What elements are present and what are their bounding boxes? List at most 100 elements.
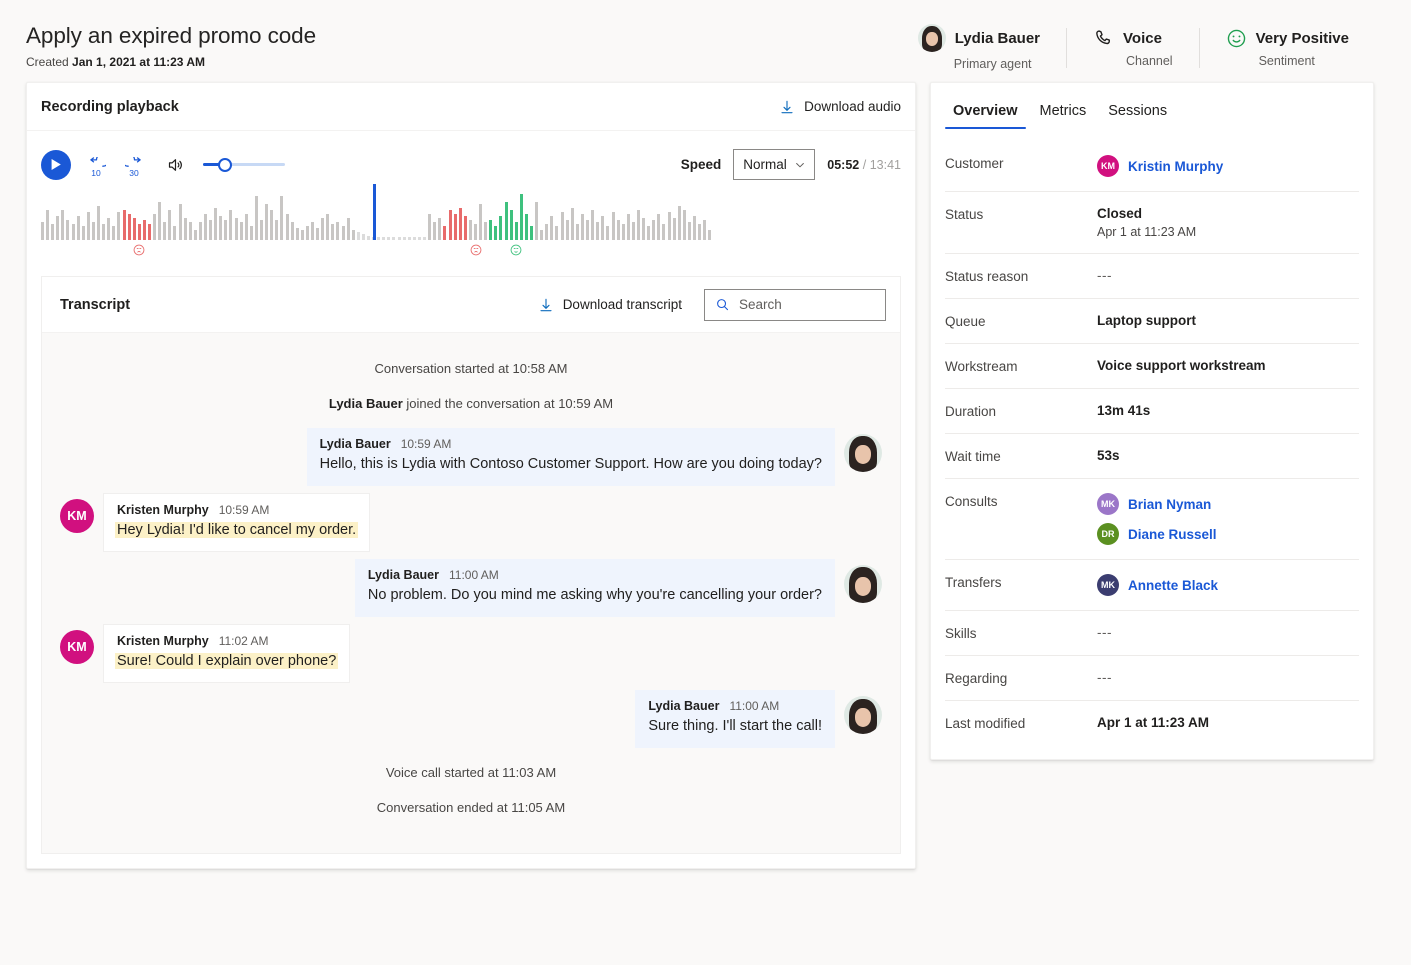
detail-value: 13m 41s [1097, 403, 1150, 418]
person-entry[interactable]: MK Brian Nyman [1097, 493, 1217, 515]
volume-slider[interactable] [203, 157, 285, 173]
forward-30-button[interactable]: 30 [121, 152, 147, 178]
forward-seconds-label: 30 [121, 168, 147, 178]
sentiment-name: Very Positive [1256, 30, 1349, 47]
search-icon [715, 297, 730, 312]
waveform-bar [260, 220, 263, 240]
waveform-bar [561, 212, 564, 240]
waveform-bar [189, 222, 192, 240]
chevron-down-icon [794, 159, 806, 171]
waveform-bar [581, 214, 584, 240]
tab-sessions[interactable]: Sessions [1100, 95, 1175, 129]
waveform-bar [72, 224, 75, 240]
recording-playback-card: Recording playback Download audio 10 [26, 82, 916, 869]
waveform-bar [56, 216, 59, 240]
waveform[interactable] [41, 192, 901, 240]
title-block: Apply an expired promo code Created Jan … [26, 20, 316, 69]
message-text: Sure thing. I'll start the call! [648, 718, 822, 734]
message-bubble[interactable]: Lydia Bauer11:00 AMNo problem. Do you mi… [355, 559, 835, 617]
transcript-search[interactable] [704, 289, 886, 321]
download-audio-button[interactable]: Download audio [779, 99, 901, 115]
transcript-message-agent: Lydia Bauer11:00 AM Sure thing. I'll star… [60, 690, 882, 748]
download-transcript-button[interactable]: Download transcript [538, 297, 682, 313]
waveform-bar [418, 237, 421, 240]
person-link[interactable]: Diane Russell [1128, 527, 1217, 542]
detail-value: Apr 1 at 11:23 AM [1097, 715, 1209, 730]
waveform-bar [403, 237, 406, 240]
customer-avatar: KM [60, 499, 94, 533]
waveform-bar [382, 237, 385, 240]
tab-metrics[interactable]: Metrics [1032, 95, 1095, 129]
search-input[interactable] [739, 297, 875, 312]
waveform-container[interactable] [27, 186, 915, 264]
waveform-bar [133, 218, 136, 240]
waveform-bar [336, 222, 339, 240]
message-bubble[interactable]: Kristen Murphy11:02 AMSure! Could I expl… [103, 624, 350, 684]
waveform-bar [392, 237, 395, 240]
sentiment-marker-negative[interactable] [131, 242, 147, 263]
play-button[interactable] [41, 150, 71, 180]
rewind-10-button[interactable]: 10 [83, 152, 109, 178]
overview-details-list: CustomerKMKristin MurphyStatusClosedApr … [931, 129, 1373, 745]
waveform-bar [499, 216, 502, 240]
waveform-bar [423, 237, 426, 240]
waveform-bar [678, 206, 681, 240]
person-link[interactable]: Annette Black [1128, 578, 1218, 593]
message-time: 11:02 AM [219, 634, 269, 648]
waveform-bar [413, 237, 416, 240]
person-avatar: MK [1097, 574, 1119, 596]
tab-overview[interactable]: Overview [945, 95, 1026, 129]
message-bubble[interactable]: Lydia Bauer10:59 AMHello, this is Lydia … [307, 428, 835, 486]
waveform-bar [214, 208, 217, 240]
download-icon [538, 297, 554, 313]
person-avatar: KM [1097, 155, 1119, 177]
message-meta: Lydia Bauer11:00 AM [648, 699, 822, 713]
speed-dropdown[interactable]: Normal [733, 149, 815, 180]
header-meta-group: Lydia Bauer Primary agent Voice Channel … [918, 20, 1375, 71]
detail-row: Duration13m 41s [945, 389, 1359, 434]
sentiment-marker-positive[interactable] [508, 242, 524, 263]
waveform-bar [367, 236, 370, 240]
message-bubble[interactable]: Lydia Bauer11:00 AM Sure thing. I'll star… [635, 690, 835, 748]
side-panel: OverviewMetricsSessions CustomerKMKristi… [930, 82, 1374, 760]
waveform-bar [179, 204, 182, 240]
waveform-bar [571, 208, 574, 240]
waveform-bar [138, 224, 141, 240]
detail-value: ClosedApr 1 at 11:23 AM [1097, 206, 1196, 239]
waveform-bar [270, 210, 273, 240]
volume-thumb[interactable] [218, 158, 232, 172]
detail-row: Last modifiedApr 1 at 11:23 AM [945, 701, 1359, 745]
person-link[interactable]: Kristin Murphy [1128, 159, 1223, 174]
playhead-cursor[interactable] [373, 184, 376, 240]
speed-value: Normal [743, 157, 787, 172]
agent-avatar [844, 565, 882, 603]
waveform-bar [168, 210, 171, 240]
waveform-bar [331, 224, 334, 240]
person-entry[interactable]: KM Kristin Murphy [1097, 155, 1223, 177]
waveform-bar [535, 202, 538, 240]
created-label: Created [26, 55, 69, 69]
waveform-bar [530, 226, 533, 240]
waveform-bar [280, 196, 283, 240]
waveform-bar [326, 214, 329, 240]
waveform-bar [550, 216, 553, 240]
waveform-bar [117, 212, 120, 240]
sentiment-marker-negative[interactable] [468, 242, 484, 263]
message-text-wrap: Hey Lydia! I'd like to cancel my order. [117, 521, 356, 541]
waveform-bar [408, 237, 411, 240]
volume-button[interactable] [163, 153, 187, 177]
message-bubble[interactable]: Kristen Murphy10:59 AMHey Lydia! I'd lik… [103, 493, 370, 553]
person-entry[interactable]: DRDiane Russell [1097, 523, 1217, 545]
waveform-bar [219, 216, 222, 240]
waveform-bar [662, 224, 665, 240]
transcript-system-line: Voice call started at 11:03 AM [60, 755, 882, 790]
waveform-bar [586, 220, 589, 240]
waveform-bar [657, 214, 660, 240]
person-avatar: MK [1097, 493, 1119, 515]
waveform-bar [240, 222, 243, 240]
person-entry[interactable]: MK Annette Black [1097, 574, 1218, 596]
waveform-bar [510, 210, 513, 240]
person-link[interactable]: Brian Nyman [1128, 497, 1211, 512]
waveform-bar [311, 222, 314, 240]
waveform-bar [505, 202, 508, 240]
